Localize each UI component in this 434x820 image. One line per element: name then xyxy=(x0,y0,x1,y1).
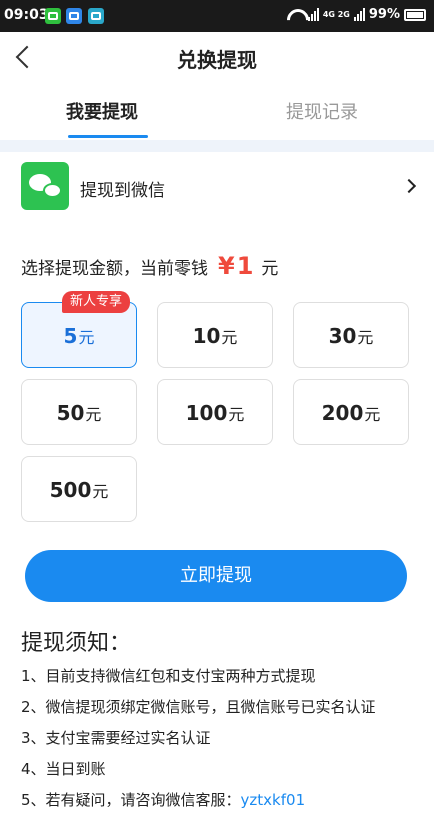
status-bar: 09:03 4G 2G 99% xyxy=(0,0,434,32)
battery-percent: 99% xyxy=(368,7,400,22)
notice-item-contact: 5、若有疑问，请咨询微信客服：yztxkf01 xyxy=(21,788,426,819)
amount-option-200[interactable]: 200元 xyxy=(293,379,409,445)
wechat-option-label: 提现到微信 xyxy=(80,181,165,201)
amount-option-50[interactable]: 50元 xyxy=(21,379,137,445)
page-title: 兑换提现 xyxy=(177,48,257,72)
currency-symbol: ¥ xyxy=(218,252,235,280)
tab-withdraw-records[interactable]: 提现记录 xyxy=(286,98,358,124)
section-divider xyxy=(0,140,434,152)
notice-item: 2、微信提现须绑定微信账号，且微信账号已实名认证 xyxy=(21,698,376,716)
amount-unit: 元 xyxy=(364,405,381,424)
amount-unit: 元 xyxy=(357,328,374,347)
amount-value: 200 xyxy=(321,401,364,425)
amount-value: 5 xyxy=(63,324,78,348)
notice-list: 1、目前支持微信红包和支付宝两种方式提现 2、微信提现须绑定微信账号，且微信账号… xyxy=(21,664,426,819)
scan-icon xyxy=(88,8,104,24)
nav-bar: 兑换提现 xyxy=(0,32,434,82)
network-type: 4G 2G xyxy=(322,10,350,19)
new-user-badge: 新人专享 xyxy=(62,291,131,313)
notice-item: 3、支付宝需要经过实名认证 xyxy=(21,729,211,747)
amount-option-100[interactable]: 100元 xyxy=(157,379,273,445)
amount-unit: 元 xyxy=(228,405,245,424)
status-time: 09:03 xyxy=(4,7,49,23)
active-tab-indicator xyxy=(68,135,148,138)
wifi-icon xyxy=(286,8,304,22)
amount-value: 100 xyxy=(185,401,228,425)
amount-unit: 元 xyxy=(85,405,102,424)
amount-option-5[interactable]: 新人专享 5元 xyxy=(21,291,137,368)
tab-bar: 我要提现 提现记录 xyxy=(0,90,434,140)
notice-title: 提现须知： xyxy=(21,631,132,656)
notice-contact-text: 5、若有疑问，请咨询微信客服： xyxy=(21,791,241,809)
tab-withdraw[interactable]: 我要提现 xyxy=(66,98,138,124)
amount-value: 10 xyxy=(192,324,221,348)
current-balance: 1 xyxy=(236,252,254,280)
amount-option-30[interactable]: 30元 xyxy=(293,302,409,368)
signal-icon-2 xyxy=(353,8,365,21)
withdraw-to-wechat-option[interactable]: 提现到微信 xyxy=(0,152,434,222)
amount-option-500[interactable]: 500元 xyxy=(21,456,137,522)
amount-unit: 元 xyxy=(221,328,238,347)
amount-unit: 元 xyxy=(92,482,109,501)
notice-item: 4、当日到账 xyxy=(21,760,106,778)
chevron-right-icon xyxy=(401,178,417,194)
amount-unit: 元 xyxy=(78,328,95,347)
amount-value: 50 xyxy=(56,401,85,425)
service-wechat-id[interactable]: yztxkf01 xyxy=(241,791,306,809)
amount-heading: 选择提现金额，当前零钱 ¥ 1 元 xyxy=(21,252,278,280)
message-icon xyxy=(66,8,82,24)
amount-value: 30 xyxy=(328,324,357,348)
withdraw-now-button[interactable]: 立即提现 xyxy=(25,550,407,602)
wechat-icon xyxy=(21,162,69,210)
battery-icon xyxy=(404,8,426,21)
amount-heading-text: 选择提现金额，当前零钱 xyxy=(21,259,208,279)
notice-item: 1、目前支持微信红包和支付宝两种方式提现 xyxy=(21,667,316,685)
balance-unit: 元 xyxy=(261,259,279,279)
wechat-notification-icon xyxy=(45,8,61,24)
amount-value: 500 xyxy=(49,478,92,502)
amount-option-10[interactable]: 10元 xyxy=(157,302,273,368)
